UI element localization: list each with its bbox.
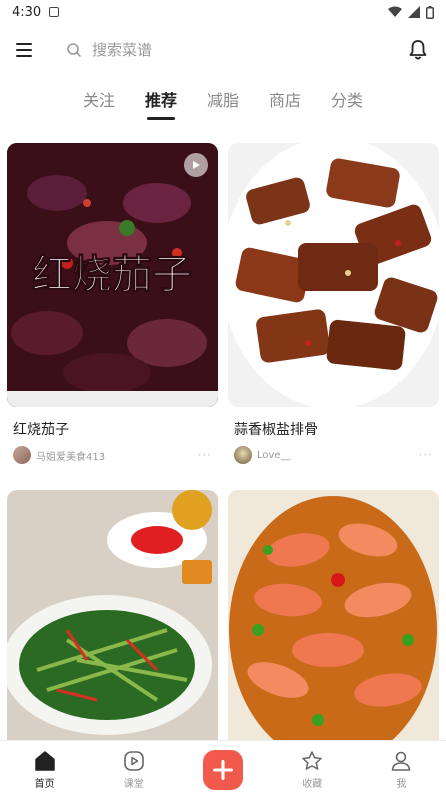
tab-diet[interactable]: 减脂 — [207, 86, 239, 120]
status-icons — [388, 5, 434, 19]
recipe-title: 红烧茄子 — [13, 422, 69, 438]
wifi-icon — [388, 6, 402, 17]
nav-label: 收藏 — [302, 779, 323, 790]
bell-icon[interactable] — [406, 38, 430, 62]
nav-label: 首页 — [34, 779, 55, 790]
status-bar: 4:30 — [0, 0, 446, 24]
tab-recommended[interactable]: 推荐 — [145, 86, 177, 120]
recipe-image — [7, 490, 218, 743]
recipe-feed: 红烧茄子 红烧茄子 马姐爱美食413 ··· 蒜香椒盐排骨 Love__ ··· — [0, 143, 446, 743]
avatar[interactable] — [234, 446, 252, 464]
play-video-icon[interactable] — [184, 153, 208, 177]
menu-icon[interactable] — [16, 39, 38, 61]
bottom-nav: 首页 课堂 收藏 我 — [0, 740, 446, 798]
search-input[interactable] — [92, 41, 352, 59]
tab-category[interactable]: 分类 — [331, 86, 363, 120]
star-icon — [302, 751, 322, 770]
nav-me[interactable]: 我 — [357, 741, 446, 798]
more-options-icon[interactable]: ··· — [198, 448, 212, 462]
eggplant-dish-image: 红烧茄子 — [7, 143, 218, 407]
recipe-image — [228, 143, 439, 407]
tab-shop[interactable]: 商店 — [269, 86, 301, 120]
recipe-card[interactable]: 红烧茄子 红烧茄子 马姐爱美食413 ··· — [7, 143, 218, 464]
recipe-card[interactable]: 蒜香椒盐排骨 Love__ ··· — [228, 143, 439, 464]
search-icon — [67, 43, 81, 57]
author-name[interactable]: 马姐爱美食413 — [36, 448, 105, 463]
nav-label: 课堂 — [123, 779, 144, 790]
play-square-icon — [123, 751, 144, 771]
nav-home[interactable]: 首页 — [0, 741, 89, 798]
nav-add[interactable] — [178, 741, 267, 798]
signal-icon — [408, 6, 420, 18]
image-caption-text: 红烧茄子 — [32, 252, 192, 298]
tab-following[interactable]: 关注 — [83, 86, 115, 120]
top-bar — [0, 28, 446, 72]
shrimp-dish-image — [228, 490, 439, 743]
recipe-title: 蒜香椒盐排骨 — [234, 422, 318, 438]
notification-icon — [49, 7, 60, 17]
author-name[interactable]: Love__ — [257, 450, 291, 461]
greens-dish-image — [7, 490, 218, 743]
search-bar[interactable] — [66, 32, 406, 68]
nav-label: 我 — [396, 779, 407, 790]
recipe-meta: 马姐爱美食413 ··· — [13, 446, 218, 464]
battery-icon — [426, 5, 434, 19]
recipe-card[interactable] — [7, 490, 218, 743]
status-time: 4:30 — [12, 4, 42, 20]
more-options-icon[interactable]: ··· — [419, 448, 433, 462]
home-icon — [34, 751, 55, 771]
add-button[interactable] — [203, 749, 243, 790]
avatar[interactable] — [13, 446, 31, 464]
recipe-image — [228, 490, 439, 743]
nav-favorites[interactable]: 收藏 — [268, 741, 357, 798]
nav-classroom[interactable]: 课堂 — [89, 741, 178, 798]
recipe-image: 红烧茄子 — [7, 143, 218, 407]
ribs-dish-image — [228, 143, 439, 407]
person-icon — [392, 751, 411, 771]
recipe-card[interactable] — [228, 490, 439, 743]
category-tabs: 关注 推荐 减脂 商店 分类 — [0, 86, 446, 126]
plus-icon — [213, 759, 233, 780]
recipe-meta: Love__ ··· — [234, 446, 439, 464]
